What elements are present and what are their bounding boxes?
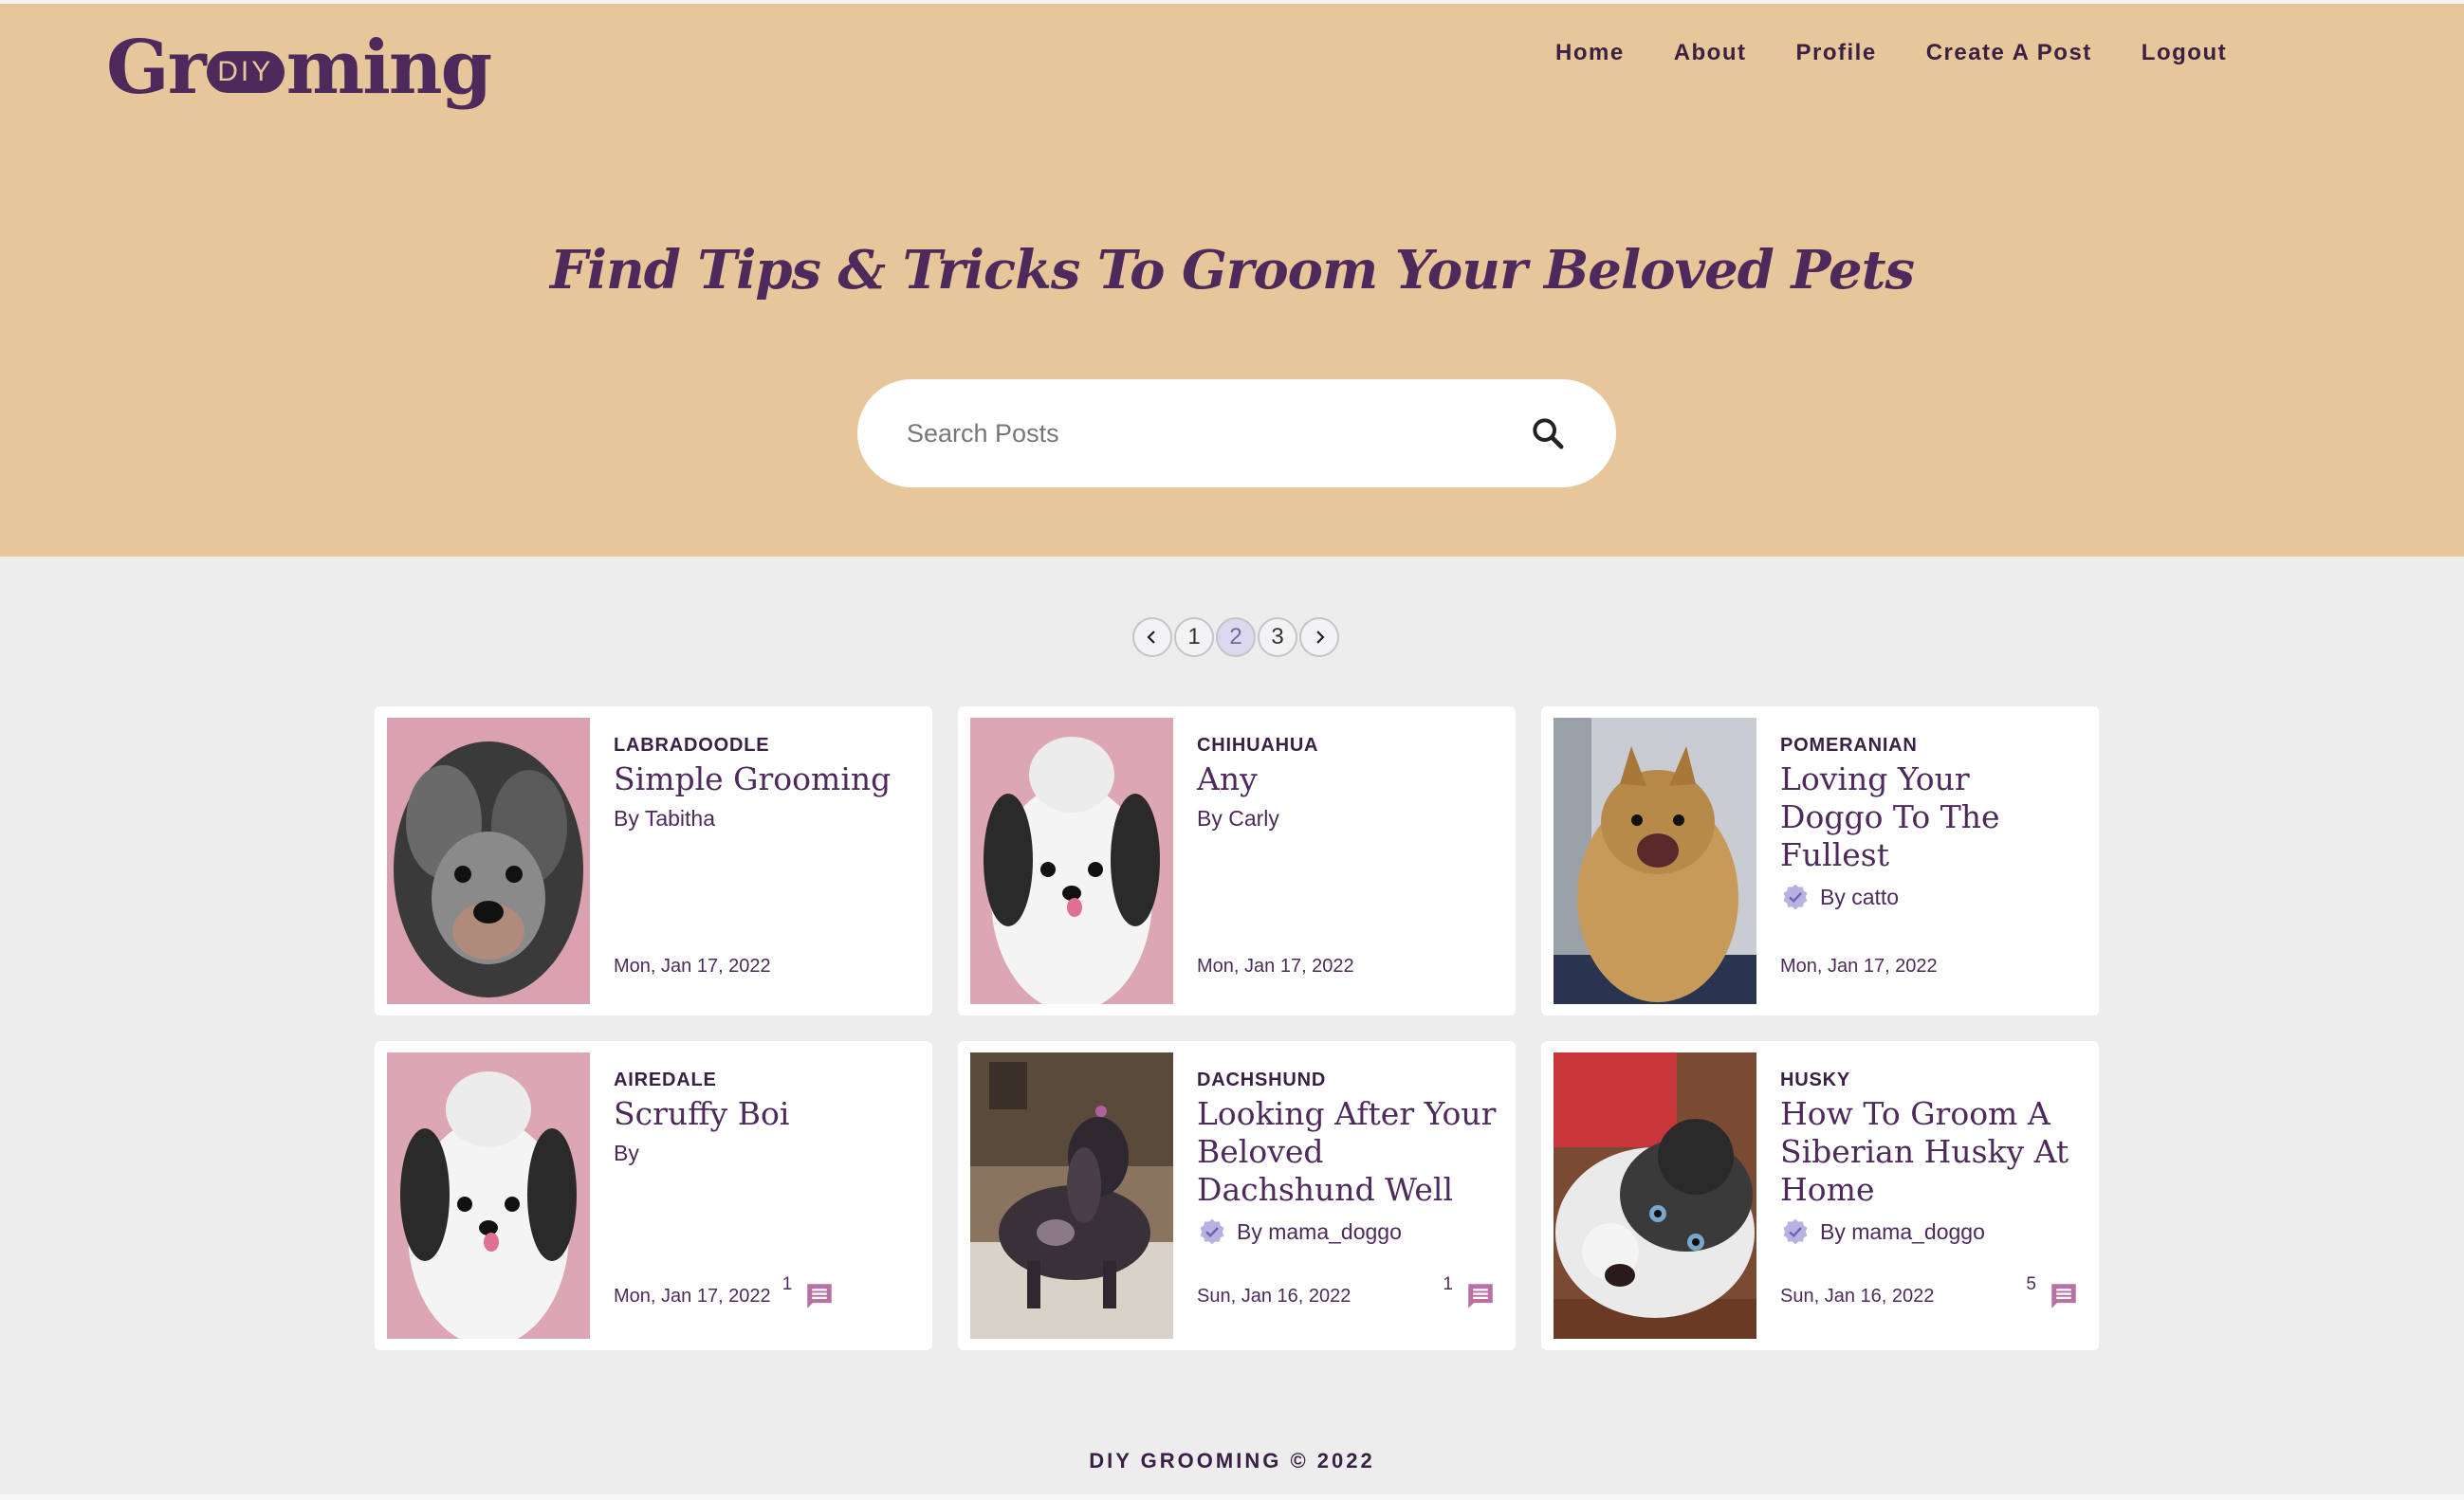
post-author: By mama_doggo xyxy=(1197,1216,1497,1247)
post-breed: CHIHUAHUA xyxy=(1197,735,1319,756)
site-footer: DIY GROOMING © 2022 xyxy=(1089,1449,1375,1473)
post-author: By xyxy=(614,1141,913,1166)
post-meta: Sun, Jan 16, 2022 5 xyxy=(1780,1274,2080,1312)
bottom-edge xyxy=(0,1494,2464,1500)
comment-count: 1 xyxy=(1443,1274,1453,1294)
pagination-page-1[interactable]: 1 xyxy=(1174,617,1214,657)
post-meta: Mon, Jan 17, 2022 xyxy=(1780,956,2080,978)
post-breed: DACHSHUND xyxy=(1197,1070,1327,1090)
post-date: Mon, Jan 17, 2022 xyxy=(614,1285,771,1307)
post-meta: Sun, Jan 16, 2022 1 xyxy=(1197,1274,1497,1312)
comment-icon[interactable] xyxy=(2048,1280,2080,1312)
post-breed: HUSKY xyxy=(1780,1070,1851,1090)
post-breed: POMERANIAN xyxy=(1780,735,1918,756)
pagination-page-2[interactable]: 2 xyxy=(1216,617,1256,657)
logo-text-start: Gr xyxy=(106,24,207,111)
post-info: POMERANIAN Loving Your Doggo To The Full… xyxy=(1780,735,2080,1015)
post-card[interactable]: DACHSHUND Looking After Your Beloved Dac… xyxy=(958,1041,1516,1350)
chevron-left-icon xyxy=(1147,631,1155,644)
post-info: HUSKY How To Groom A Siberian Husky At H… xyxy=(1780,1070,2080,1350)
post-title[interactable]: Any xyxy=(1197,760,1497,798)
post-author: By Carly xyxy=(1197,806,1497,832)
post-card[interactable]: HUSKY How To Groom A Siberian Husky At H… xyxy=(1541,1041,2099,1350)
search-input[interactable] xyxy=(907,418,1529,448)
post-photo-airedale[interactable] xyxy=(387,1052,590,1339)
pagination-page-3[interactable]: 3 xyxy=(1258,617,1297,657)
post-author-name: By mama_doggo xyxy=(1237,1218,1402,1244)
post-author: By Tabitha xyxy=(614,806,913,832)
comment-icon[interactable] xyxy=(803,1280,836,1312)
post-title[interactable]: Looking After Your Beloved Dachshund Wel… xyxy=(1197,1095,1497,1209)
post-meta: Mon, Jan 17, 2022 xyxy=(614,956,913,978)
logo-diy-pill: DIY xyxy=(206,51,285,93)
comment-icon[interactable] xyxy=(1464,1280,1497,1312)
post-date: Mon, Jan 17, 2022 xyxy=(1197,956,1354,977)
post-card[interactable]: LABRADOODLE Simple Grooming By Tabitha M… xyxy=(375,706,932,1015)
post-photo-pomeranian[interactable] xyxy=(1554,718,1756,1004)
nav-about[interactable]: About xyxy=(1674,40,1747,66)
post-author-name: By mama_doggo xyxy=(1820,1218,1985,1244)
pagination-prev-button[interactable] xyxy=(1132,617,1172,657)
post-author: By mama_doggo xyxy=(1780,1216,2080,1247)
post-photo-chihuahua[interactable] xyxy=(970,718,1173,1004)
post-card[interactable]: CHIHUAHUA Any By Carly Mon, Jan 17, 2022 xyxy=(958,706,1516,1015)
post-info: CHIHUAHUA Any By Carly Mon, Jan 17, 2022 xyxy=(1197,735,1497,1015)
main-nav: Home About Profile Create A Post Logout xyxy=(1555,40,2276,66)
search-icon[interactable] xyxy=(1529,414,1567,452)
post-photo-dachshund[interactable] xyxy=(970,1052,1173,1339)
site-logo[interactable]: Gr DIY ming xyxy=(106,24,492,111)
nav-home[interactable]: Home xyxy=(1555,40,1625,66)
post-date: Mon, Jan 17, 2022 xyxy=(614,956,771,977)
pagination-next-button[interactable] xyxy=(1299,617,1339,657)
post-info: DACHSHUND Looking After Your Beloved Dac… xyxy=(1197,1070,1497,1350)
post-author-name: By Tabitha xyxy=(614,806,715,831)
post-date: Sun, Jan 16, 2022 xyxy=(1197,1285,1352,1307)
comment-count: 1 xyxy=(781,1274,793,1294)
post-photo-labradoodle[interactable] xyxy=(387,718,590,1004)
verified-badge-icon xyxy=(1200,1218,1224,1245)
post-author: By catto xyxy=(1780,882,2080,912)
verified-badge-icon xyxy=(1783,884,1808,910)
post-author-name: By Carly xyxy=(1197,806,1279,831)
post-meta: Mon, Jan 17, 2022 xyxy=(1197,956,1497,978)
post-info: LABRADOODLE Simple Grooming By Tabitha M… xyxy=(614,735,913,1015)
post-photo-husky[interactable] xyxy=(1554,1052,1756,1339)
pagination: 1 2 3 xyxy=(1132,617,1339,657)
chevron-right-icon xyxy=(1316,631,1325,644)
post-author-name: By xyxy=(614,1141,639,1165)
post-meta: Mon, Jan 17, 2022 1 xyxy=(614,1274,913,1312)
hero-headline: Find Tips & Tricks To Groom Your Beloved… xyxy=(550,239,1915,302)
post-info: AIREDALE Scruffy Boi By Mon, Jan 17, 202… xyxy=(614,1070,913,1350)
post-date: Mon, Jan 17, 2022 xyxy=(1780,956,1938,977)
nav-logout[interactable]: Logout xyxy=(2142,40,2227,66)
post-title[interactable]: How To Groom A Siberian Husky At Home xyxy=(1780,1095,2080,1209)
verified-badge-icon xyxy=(1783,1218,1808,1245)
nav-create-post[interactable]: Create A Post xyxy=(1926,40,2092,66)
comment-group[interactable]: 1 xyxy=(782,1274,837,1312)
post-title[interactable]: Scruffy Boi xyxy=(614,1095,913,1133)
comment-count: 5 xyxy=(2026,1274,2036,1294)
nav-profile[interactable]: Profile xyxy=(1796,40,1877,66)
post-title[interactable]: Simple Grooming xyxy=(614,760,913,798)
comment-group[interactable]: 5 xyxy=(2026,1274,2080,1312)
hero-header: Gr DIY ming Home About Profile Create A Po… xyxy=(0,4,2464,557)
logo-text-end: ming xyxy=(285,24,492,111)
post-grid: LABRADOODLE Simple Grooming By Tabitha M… xyxy=(375,706,2099,1350)
comment-group[interactable]: 1 xyxy=(1443,1274,1497,1312)
post-breed: LABRADOODLE xyxy=(614,735,770,756)
search-bar xyxy=(857,379,1616,487)
post-card[interactable]: POMERANIAN Loving Your Doggo To The Full… xyxy=(1541,706,2099,1015)
post-date: Sun, Jan 16, 2022 xyxy=(1780,1285,1935,1307)
post-breed: AIREDALE xyxy=(614,1070,717,1090)
post-card[interactable]: AIREDALE Scruffy Boi By Mon, Jan 17, 202… xyxy=(375,1041,932,1350)
post-title[interactable]: Loving Your Doggo To The Fullest xyxy=(1780,760,2080,874)
post-author-name: By catto xyxy=(1820,884,1900,909)
